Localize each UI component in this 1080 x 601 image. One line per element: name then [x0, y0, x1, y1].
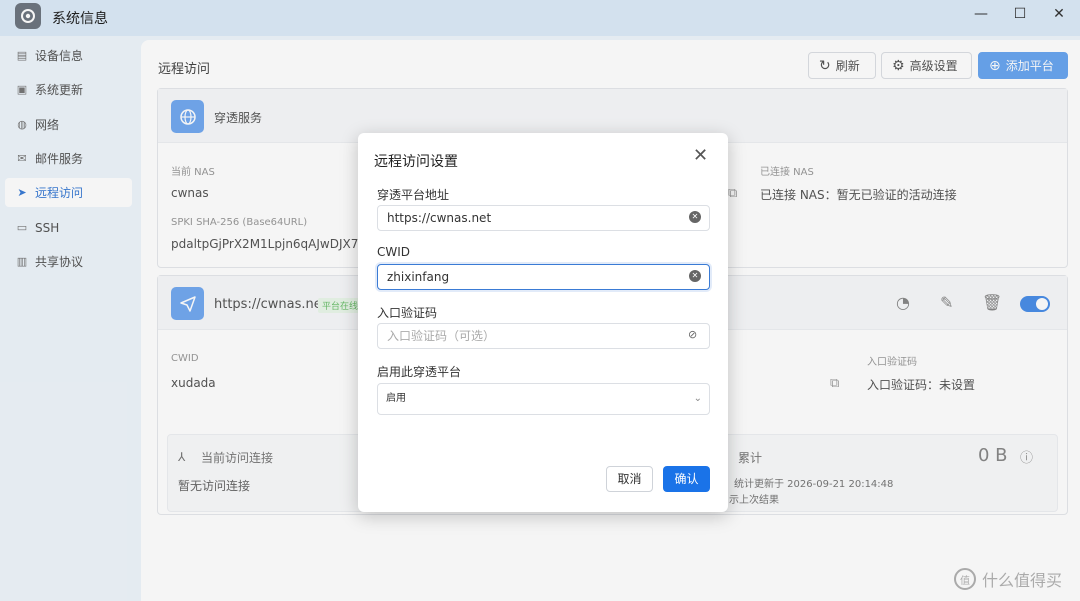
enable-platform-select[interactable]: 启用 ⌄: [377, 383, 710, 415]
clear-icon[interactable]: ✕: [689, 211, 701, 223]
watermark-text: 什么值得买: [982, 571, 1063, 590]
select-value: 启用: [386, 393, 406, 404]
dialog-title: 远程访问设置: [374, 154, 458, 170]
watermark: 值 什么值得买: [954, 567, 1062, 591]
entry-code-label: 入口验证码: [377, 306, 438, 320]
platform-address-input[interactable]: https://cwnas.net: [377, 205, 710, 231]
entry-code-input[interactable]: 入口验证码（可选）: [377, 323, 710, 349]
clear-icon[interactable]: ✕: [689, 270, 701, 282]
platform-address-label: 穿透平台地址: [377, 188, 450, 202]
cancel-button[interactable]: 取消: [606, 466, 653, 492]
chevron-down-icon: ⌄: [693, 393, 702, 404]
enable-platform-label: 启用此穿透平台: [377, 365, 462, 379]
watermark-logo-icon: 值: [954, 568, 976, 590]
eye-hidden-icon[interactable]: ⊘: [688, 328, 697, 341]
close-icon[interactable]: ✕: [693, 145, 708, 166]
cwid-label: CWID: [377, 245, 411, 259]
cwid-input[interactable]: zhixinfang: [377, 264, 710, 290]
remote-access-dialog: 远程访问设置 ✕ 穿透平台地址 https://cwnas.net ✕ CWID…: [358, 133, 728, 512]
confirm-button[interactable]: 确认: [663, 466, 710, 492]
